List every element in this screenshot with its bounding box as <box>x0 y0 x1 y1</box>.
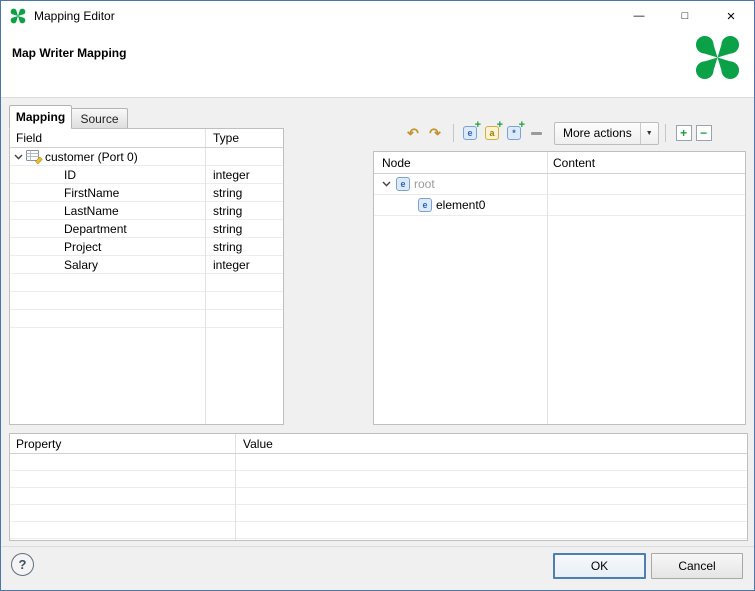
plus-badge-icon: + <box>518 119 525 131</box>
empty-row <box>10 292 283 310</box>
empty-row <box>10 274 283 292</box>
plus-badge-icon: + <box>474 119 481 131</box>
map-arrow-icon: ↶ <box>407 125 419 141</box>
plus-badge-icon: + <box>496 119 503 131</box>
column-header-content[interactable]: Content <box>547 156 595 170</box>
column-divider <box>205 129 206 424</box>
plus-icon: + <box>680 126 688 140</box>
map-button[interactable]: ↶ <box>403 123 423 143</box>
field-name: Salary <box>64 257 99 272</box>
empty-row <box>10 488 747 505</box>
tree-root-label: customer (Port 0) <box>45 149 138 164</box>
clover-logo <box>695 35 740 80</box>
minus-icon: − <box>700 126 708 140</box>
window-controls: — □ × <box>616 1 754 31</box>
field-type: string <box>213 185 243 200</box>
help-button[interactable]: ? <box>11 553 34 576</box>
dialog-header: Map Writer Mapping <box>1 31 754 98</box>
field-row[interactable]: Project string <box>10 238 283 256</box>
field-table: Field Type customer (Port 0) ID integer <box>9 128 284 425</box>
close-icon: × <box>726 7 736 25</box>
expand-all-button[interactable]: + <box>675 125 692 141</box>
minimize-button[interactable]: — <box>616 1 662 31</box>
property-table-header: Property Value <box>10 434 747 454</box>
add-wildcard-element-button[interactable]: * + <box>504 119 525 143</box>
empty-row <box>10 522 747 539</box>
field-table-header: Field Type <box>10 129 283 148</box>
remove-button[interactable] <box>526 123 546 143</box>
record-metadata-icon <box>26 149 43 164</box>
field-name: LastName <box>64 203 119 218</box>
maximize-icon: □ <box>681 10 689 22</box>
field-type: string <box>213 221 243 236</box>
chevron-down-icon[interactable] <box>380 178 392 190</box>
more-actions-label: More actions <box>563 126 632 140</box>
mapping-editor-window: Mapping Editor — □ × Map Writer Mapping <box>0 0 755 591</box>
empty-row <box>10 505 747 522</box>
collapse-all-button[interactable]: − <box>695 125 712 141</box>
tab-source-label: Source <box>80 111 119 126</box>
field-type: integer <box>213 167 250 182</box>
field-row[interactable]: ID integer <box>10 166 283 184</box>
minimize-icon: — <box>633 10 645 22</box>
node-table: Node Content e root e element0 <box>373 151 746 425</box>
chevron-down-icon[interactable] <box>12 151 24 163</box>
property-table: Property Value <box>9 433 748 541</box>
chevron-down-icon: ▼ <box>645 129 653 137</box>
element-icon: e <box>418 198 432 212</box>
empty-row <box>10 471 747 488</box>
node-table-header: Node Content <box>374 152 745 174</box>
field-name: Project <box>64 239 102 254</box>
tab-mapping-label: Mapping <box>15 110 66 124</box>
field-row[interactable]: LastName string <box>10 202 283 220</box>
tree-row-root[interactable]: e root <box>374 174 745 195</box>
minus-icon <box>530 131 542 135</box>
column-header-type[interactable]: Type <box>205 131 239 145</box>
cancel-button-label: Cancel <box>678 559 716 573</box>
column-header-field[interactable]: Field <box>10 131 205 145</box>
close-button[interactable]: × <box>708 1 754 31</box>
column-header-node[interactable]: Node <box>374 156 547 170</box>
add-attribute-button[interactable]: a + <box>482 119 503 143</box>
field-row[interactable]: Salary integer <box>10 256 283 274</box>
ok-button-label: OK <box>590 559 609 573</box>
field-type: string <box>213 203 243 218</box>
field-type: integer <box>213 257 250 272</box>
column-header-value[interactable]: Value <box>235 437 273 451</box>
ok-button[interactable]: OK <box>553 553 646 579</box>
node-toolbar: ↶ ↷ e + a + * + More actions ▼ + − <box>373 119 746 147</box>
footer-divider <box>1 546 754 547</box>
field-row[interactable]: FirstName string <box>10 184 283 202</box>
tab-source[interactable]: Source <box>72 108 128 128</box>
field-row[interactable]: Department string <box>10 220 283 238</box>
empty-row <box>10 454 747 471</box>
field-name: FirstName <box>64 185 120 200</box>
titlebar[interactable]: Mapping Editor — □ × <box>1 1 754 31</box>
node-label: element0 <box>436 198 486 212</box>
maximize-button[interactable]: □ <box>662 1 708 31</box>
column-header-property[interactable]: Property <box>10 437 235 451</box>
add-child-element-button[interactable]: e + <box>460 119 481 143</box>
window-title: Mapping Editor <box>34 9 115 23</box>
more-actions-button[interactable]: More actions ▼ <box>554 121 659 145</box>
page-title: Map Writer Mapping <box>12 46 127 60</box>
toolbar-divider <box>453 124 454 142</box>
empty-row <box>10 310 283 328</box>
element-icon: e <box>396 177 410 191</box>
tree-row-customer[interactable]: customer (Port 0) <box>10 148 283 166</box>
cancel-button[interactable]: Cancel <box>651 553 743 579</box>
unmap-arrow-icon: ↷ <box>429 125 441 141</box>
unmap-button[interactable]: ↷ <box>425 123 445 143</box>
field-name: Department <box>64 221 127 236</box>
toolbar-divider <box>664 124 666 142</box>
node-label: root <box>414 177 435 191</box>
tab-mapping[interactable]: Mapping <box>9 105 72 129</box>
field-type: string <box>213 239 243 254</box>
clover-app-icon <box>10 8 26 24</box>
tree-row-element0[interactable]: e element0 <box>374 195 745 216</box>
question-mark-icon: ? <box>18 557 27 572</box>
column-divider <box>547 152 548 424</box>
field-name: ID <box>64 167 76 182</box>
